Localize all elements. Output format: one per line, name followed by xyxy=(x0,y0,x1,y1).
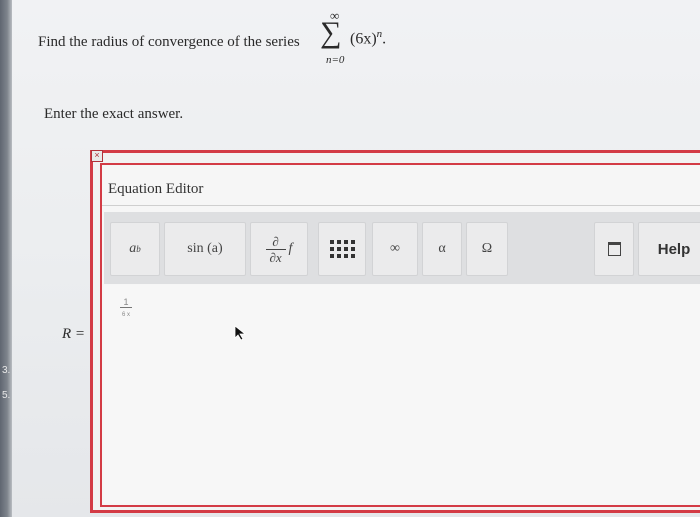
equation-editor-frame: × Equation Editor ab sin (a) ∂ ∂x f ∞ α … xyxy=(90,150,700,513)
greek-alpha-button[interactable]: α xyxy=(422,222,462,276)
clear-button[interactable] xyxy=(594,222,634,276)
mouse-pointer-icon xyxy=(234,325,247,341)
series-term-end: . xyxy=(382,30,387,48)
question-text: Find the radius of convergence of the se… xyxy=(38,34,300,50)
derivative-f: f xyxy=(288,241,293,256)
derivative-numerator: ∂ xyxy=(272,233,279,249)
fraction-bar xyxy=(120,307,132,308)
close-icon[interactable]: × xyxy=(91,150,103,162)
matrix-icon xyxy=(329,240,355,258)
equation-input-area[interactable]: 1 6 x xyxy=(104,285,700,503)
left-window-edge: 3. 5. xyxy=(0,0,12,517)
power-base: a xyxy=(129,241,137,256)
edge-mark: 5. xyxy=(2,390,11,401)
greek-omega-button[interactable]: Ω xyxy=(466,222,508,276)
editor-title: Equation Editor xyxy=(108,181,204,197)
answer-numerator: 1 xyxy=(123,297,129,307)
divider xyxy=(102,205,700,206)
edge-mark: 3. xyxy=(2,365,11,376)
equation-editor: Equation Editor ab sin (a) ∂ ∂x f ∞ α Ω … xyxy=(100,163,700,507)
power-exponent: b xyxy=(136,244,141,254)
sin-button[interactable]: sin (a) xyxy=(164,222,246,276)
sum-lower-limit: n=0 xyxy=(326,54,345,66)
matrix-button[interactable] xyxy=(318,222,366,276)
help-button[interactable]: Help xyxy=(638,222,700,276)
instruction-text: Enter the exact answer. xyxy=(44,106,184,122)
derivative-denominator: ∂x xyxy=(269,249,282,265)
derivative-fraction: ∂ ∂x xyxy=(265,233,286,265)
series-term-base: (6x) xyxy=(350,30,377,48)
sigma-symbol: ∑ xyxy=(320,16,342,49)
series-term: (6x)n. xyxy=(350,28,386,48)
answer-label: R = xyxy=(62,326,86,342)
answer-denominator: 6 x xyxy=(121,312,130,318)
power-button[interactable]: ab xyxy=(110,222,160,276)
answer-fraction: 1 6 x xyxy=(120,297,132,318)
infinity-button[interactable]: ∞ xyxy=(372,222,418,276)
derivative-button[interactable]: ∂ ∂x f xyxy=(250,222,308,276)
trash-icon xyxy=(607,242,621,256)
editor-toolbar: ab sin (a) ∂ ∂x f ∞ α Ω Help xyxy=(104,212,700,284)
